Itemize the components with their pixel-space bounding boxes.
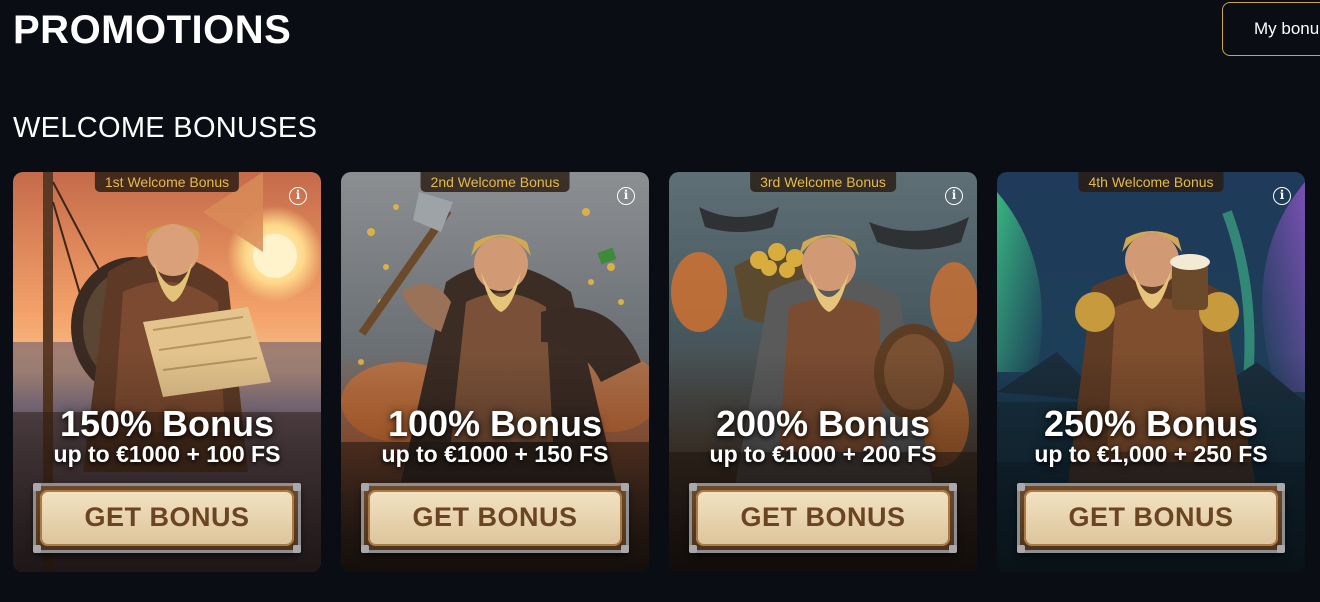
bonus-subtitle: up to €1000 + 150 FS <box>381 441 609 467</box>
bonus-subtitle: up to €1000 + 100 FS <box>53 441 281 467</box>
page-title: PROMOTIONS <box>13 8 292 52</box>
get-bonus-label: GET BONUS <box>368 490 622 546</box>
rivet <box>621 483 629 491</box>
card-badge: 3rd Welcome Bonus <box>750 172 896 192</box>
get-bonus-button[interactable]: GET BONUS <box>361 483 629 553</box>
card-badge: 4th Welcome Bonus <box>1078 172 1224 192</box>
bonus-card-2[interactable]: 2nd Welcome Bonus i 100% Bonus up to €10… <box>341 172 649 572</box>
bonus-subtitle: up to €1000 + 200 FS <box>709 441 937 467</box>
section-title: WELCOME BONUSES <box>13 112 318 144</box>
bonus-title: 150% Bonus <box>59 403 275 444</box>
promotions-page: PROMOTIONS My bonu WELCOME BONUSES 1st W… <box>0 0 1320 602</box>
rivet <box>293 483 301 491</box>
get-bonus-button[interactable]: GET BONUS <box>689 483 957 553</box>
bonus-title: 200% Bonus <box>715 403 931 444</box>
rivet <box>293 545 301 553</box>
rivet <box>1277 483 1285 491</box>
bonus-card-3[interactable]: 3rd Welcome Bonus i 200% Bonus up to €10… <box>669 172 977 572</box>
rivet <box>361 545 369 553</box>
bonus-title: 100% Bonus <box>387 403 603 444</box>
rivet <box>1277 545 1285 553</box>
get-bonus-button[interactable]: GET BONUS <box>33 483 301 553</box>
rivet <box>33 545 41 553</box>
get-bonus-button[interactable]: GET BONUS <box>1017 483 1285 553</box>
card-badge: 1st Welcome Bonus <box>94 172 240 192</box>
bonus-card-4[interactable]: 4th Welcome Bonus i 250% Bonus up to €1,… <box>997 172 1305 572</box>
info-icon[interactable]: i <box>617 187 635 205</box>
rivet <box>689 545 697 553</box>
rivet <box>1017 545 1025 553</box>
rivet <box>361 483 369 491</box>
rivet <box>33 483 41 491</box>
bonus-card-1[interactable]: 1st Welcome Bonus i 150% Bonus up to €10… <box>13 172 321 572</box>
rivet <box>621 545 629 553</box>
info-icon[interactable]: i <box>289 187 307 205</box>
bonus-subtitle: up to €1,000 + 250 FS <box>1034 441 1268 467</box>
card-badge: 2nd Welcome Bonus <box>420 172 570 192</box>
rivet <box>1017 483 1025 491</box>
my-bonus-button[interactable]: My bonu <box>1222 2 1320 56</box>
get-bonus-label: GET BONUS <box>696 490 950 546</box>
get-bonus-label: GET BONUS <box>40 490 294 546</box>
info-icon[interactable]: i <box>1273 187 1291 205</box>
rivet <box>949 483 957 491</box>
rivet <box>949 545 957 553</box>
get-bonus-label: GET BONUS <box>1024 490 1278 546</box>
info-icon[interactable]: i <box>945 187 963 205</box>
rivet <box>689 483 697 491</box>
bonus-title: 250% Bonus <box>1043 403 1259 444</box>
